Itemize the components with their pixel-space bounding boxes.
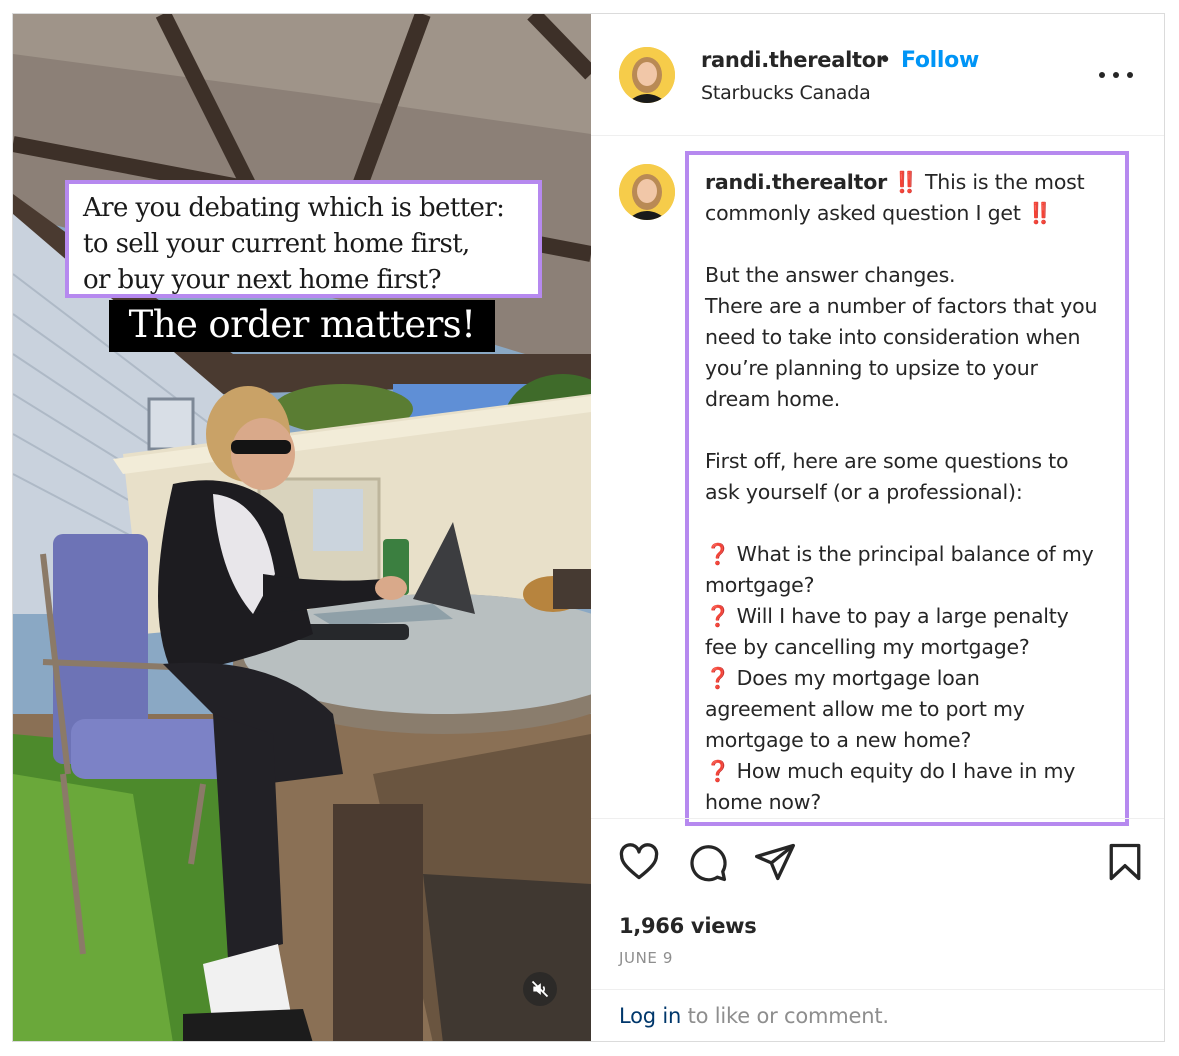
- post-sidebar: randi.therealtor • Follow Starbucks Cana…: [591, 14, 1164, 1041]
- caption-line: randi.therealtor ‼️ This is the most: [705, 167, 1109, 198]
- question-mark-icon: ❓: [705, 666, 731, 690]
- video-frame-illustration: [13, 14, 591, 1041]
- caption-line: home now?: [705, 790, 822, 814]
- caption-avatar[interactable]: [619, 164, 675, 220]
- caption-text: Will I have to pay a large penalty: [736, 604, 1069, 628]
- double-exclamation-icon: ‼️: [893, 170, 919, 194]
- comment-icon: [690, 845, 727, 882]
- caption-line: mortgage?: [705, 573, 815, 597]
- caption-line: First off, here are some questions to: [705, 449, 1069, 473]
- caption-text: How much equity do I have in my: [736, 759, 1076, 783]
- question-mark-icon: ❓: [705, 542, 731, 566]
- caption-line: ❓ Does my mortgage loan: [705, 663, 1109, 694]
- caption-line: mortgage to a new home?: [705, 728, 972, 752]
- video-text-overlay-question: Are you debating which is better: to sel…: [65, 180, 542, 298]
- username-link[interactable]: randi.therealtor: [701, 48, 886, 72]
- caption-line: commonly asked question I get ‼️: [705, 198, 1109, 229]
- video-text-overlay-tagline: The order matters!: [109, 300, 495, 352]
- more-horizontal-icon: [1099, 72, 1105, 78]
- save-button[interactable]: [1103, 840, 1147, 884]
- post-header: randi.therealtor • Follow Starbucks Cana…: [591, 14, 1164, 136]
- speaker-muted-icon: [531, 980, 549, 998]
- caption-username[interactable]: randi.therealtor: [705, 170, 887, 194]
- avatar[interactable]: [619, 47, 675, 103]
- login-link[interactable]: Log in: [619, 1004, 681, 1028]
- instagram-post: Are you debating which is better: to sel…: [12, 13, 1165, 1042]
- caption-line: agreement allow me to port my: [705, 697, 1025, 721]
- caption-line: ❓ How much equity do I have in my: [705, 756, 1109, 787]
- login-prompt-text: to like or comment.: [681, 1004, 889, 1028]
- caption-text: What is the principal balance of my: [736, 542, 1094, 566]
- question-mark-icon: ❓: [705, 759, 731, 783]
- location-link[interactable]: Starbucks Canada: [701, 82, 871, 104]
- caption-line: ❓ What is the principal balance of my: [705, 539, 1109, 570]
- post-caption: randi.therealtor ‼️ This is the most com…: [685, 151, 1129, 826]
- question-mark-icon: ❓: [705, 604, 731, 628]
- login-prompt: Log in to like or comment.: [619, 1004, 889, 1028]
- post-video[interactable]: Are you debating which is better: to sel…: [13, 14, 591, 1041]
- post-date[interactable]: JUNE 9: [619, 949, 673, 967]
- caption-line: ❓ Will I have to pay a large penalty: [705, 601, 1109, 632]
- more-dot: [1127, 72, 1133, 78]
- caption-line: But the answer changes.: [705, 263, 956, 287]
- caption-line: fee by cancelling my mortgage?: [705, 635, 1030, 659]
- follow-button[interactable]: Follow: [901, 48, 979, 73]
- caption-line: you’re planning to upsize to your: [705, 356, 1038, 380]
- mute-button[interactable]: [523, 972, 557, 1006]
- caption-line: dream home.: [705, 387, 841, 411]
- caption-line: need to take into consideration when: [705, 325, 1081, 349]
- more-options-button[interactable]: [1099, 66, 1133, 84]
- caption-text: Does my mortgage loan: [736, 666, 980, 690]
- profile-photo-icon: [619, 164, 675, 220]
- caption-line: ask yourself (or a professional):: [705, 480, 1023, 504]
- action-bar: [591, 818, 1164, 916]
- comment-button[interactable]: [685, 840, 729, 884]
- share-icon: [755, 843, 795, 881]
- share-button[interactable]: [753, 840, 797, 884]
- profile-photo-icon: [619, 47, 675, 103]
- caption-text: commonly asked question I get: [705, 201, 1021, 225]
- view-count[interactable]: 1,966 views: [619, 914, 757, 938]
- separator-dot: •: [879, 48, 892, 72]
- bookmark-icon: [1109, 843, 1141, 881]
- like-button[interactable]: [617, 840, 661, 884]
- heart-icon: [619, 843, 659, 880]
- more-dot: [1113, 72, 1119, 78]
- caption-line: There are a number of factors that you: [705, 294, 1098, 318]
- double-exclamation-icon: ‼️: [1027, 201, 1053, 225]
- caption-text: This is the most: [924, 170, 1085, 194]
